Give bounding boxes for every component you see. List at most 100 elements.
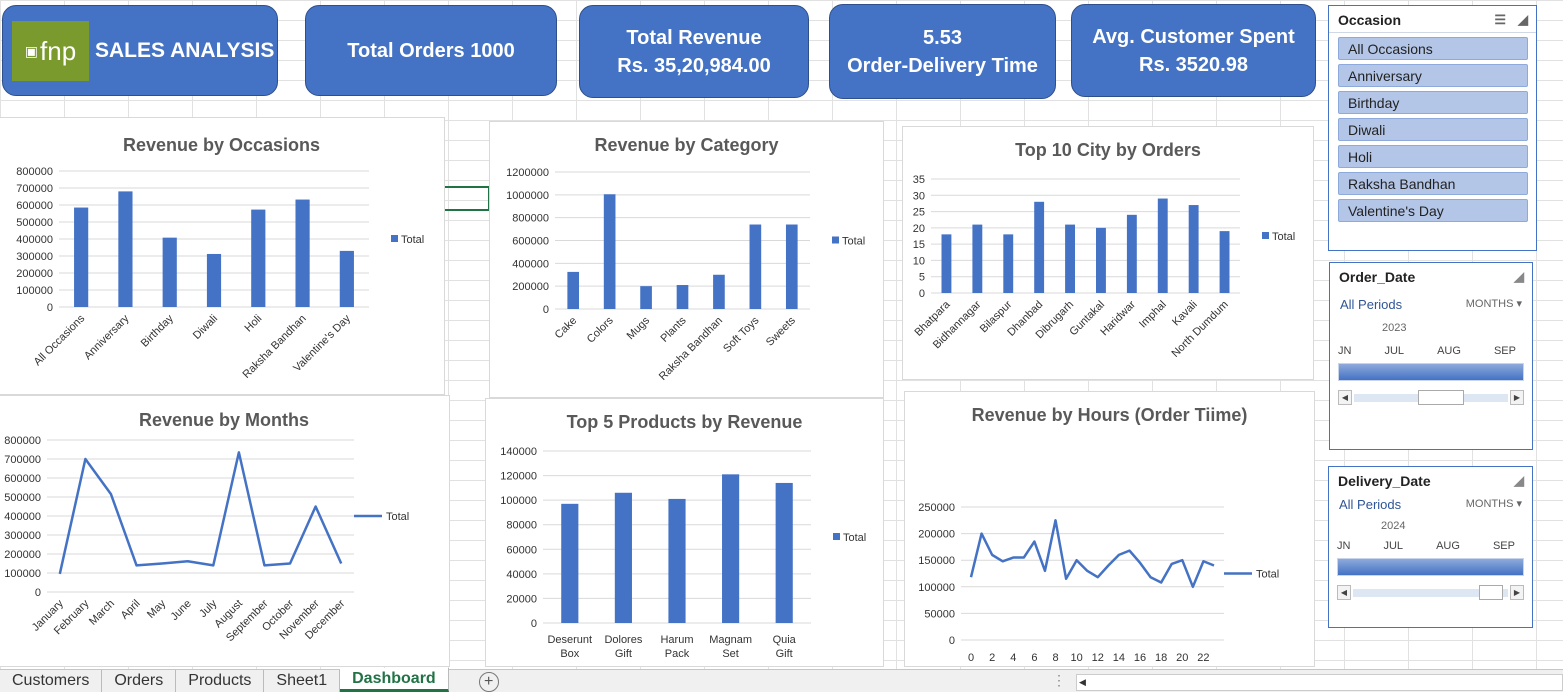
scroll-right-icon[interactable]: ▶ (1510, 390, 1524, 405)
scroll-left-icon[interactable]: ◀ (1338, 390, 1352, 405)
timeline-year: 2023 (1382, 322, 1407, 334)
month-label[interactable]: JUL (1383, 540, 1403, 552)
month-label[interactable]: JUL (1384, 345, 1404, 357)
y-tick-label: 120000 (500, 471, 537, 483)
slicer-item[interactable]: Birthday (1338, 91, 1528, 114)
city-chart[interactable]: Top 10 City by Orders 0 5 10 15 20 25 30 35 Bhatp… (902, 126, 1314, 380)
y-tick-label: 40000 (506, 569, 537, 581)
month-label[interactable]: JN (1338, 345, 1351, 357)
month-label[interactable]: SEP (1493, 540, 1515, 552)
y-tick-label: 80000 (506, 520, 537, 532)
sheet-tabs: Customers Orders Products Sheet1 Dashboard (0, 668, 449, 692)
chart-title: Revenue by Months (139, 410, 309, 430)
x-tick-label: 22 (1197, 652, 1209, 664)
slicer-item[interactable]: Diwali (1338, 118, 1528, 141)
legend-label: Total (1272, 231, 1295, 243)
y-tick-label: 0 (919, 288, 925, 300)
add-sheet-icon[interactable]: + (478, 672, 499, 692)
months-chart[interactable]: Revenue by Months 0 100000 200000 300000 4000… (0, 395, 450, 667)
chart-title: Top 10 City by Orders (1015, 140, 1201, 160)
bar (162, 237, 177, 307)
delivery-date-header: Delivery_Date ◢ (1329, 467, 1532, 493)
scroll-thumb[interactable] (1479, 584, 1503, 600)
y-tick-label: 200000 (4, 549, 41, 561)
occasion-slicer-header: Occasion ☰ ◢ (1329, 6, 1536, 33)
occasions-chart[interactable]: Revenue by Occasions 0 100000 200000 300000 4… (0, 117, 445, 395)
y-tick-label: 400000 (16, 234, 53, 246)
time-level-dropdown[interactable]: MONTHS ▾ (1466, 297, 1522, 312)
slicer-item[interactable]: Holi (1338, 145, 1528, 168)
months-svg: Revenue by Months 0 100000 200000 300000 4000… (4, 410, 409, 644)
bar (614, 492, 632, 623)
all-periods-link[interactable]: All Periods (1340, 297, 1402, 312)
delivery-time-value: 5.53 (923, 26, 962, 49)
x-tick-label: 8 (1052, 652, 1058, 664)
scroll-left-icon[interactable]: ◀ (1079, 677, 1086, 688)
occasion-slicer[interactable]: Occasion ☰ ◢ All Occasions Anniversary Bir… (1328, 5, 1537, 251)
x-tick-label: 14 (1113, 652, 1125, 664)
x-tick-label: Holi (243, 313, 265, 335)
x-tick-label: 16 (1134, 652, 1146, 664)
month-label[interactable]: SEP (1494, 345, 1516, 357)
slicer-item[interactable]: Anniversary (1338, 64, 1528, 87)
tab-splitter-icon[interactable]: ⋮ (1052, 672, 1066, 689)
y-tick-label: 800000 (4, 435, 41, 447)
y-tick-label: 1000000 (506, 190, 549, 202)
x-tick-label: Deserunt Box (547, 634, 592, 660)
month-label[interactable]: JN (1337, 540, 1350, 552)
clear-filter-icon[interactable]: ◢ (1518, 12, 1528, 28)
y-tick-label: 200000 (16, 268, 53, 280)
y-tick-label: 700000 (4, 454, 41, 466)
y-tick-label: 500000 (16, 217, 53, 229)
y-tick-label: 100000 (918, 582, 955, 594)
products-svg: Top 5 Products by Revenue 0 20000 40000 6000… (500, 412, 866, 660)
delivery-date-timeline[interactable]: Delivery_Date ◢ All Periods MONTHS ▾ 202… (1328, 466, 1533, 628)
x-tick-label: Cake (553, 315, 580, 342)
x-tick-label: Colors (585, 314, 616, 345)
y-tick-label: 250000 (918, 502, 955, 514)
scroll-left-icon[interactable]: ◀ (1337, 585, 1351, 600)
y-tick-label: 25 (913, 207, 925, 219)
legend-swatch (833, 533, 840, 540)
chart-title: Revenue by Category (594, 135, 778, 155)
multi-select-icon[interactable]: ☰ (1494, 12, 1506, 28)
y-tick-label: 500000 (4, 492, 41, 504)
x-tick-label: Sweets (764, 314, 798, 348)
bar (676, 285, 689, 309)
legend-label: Total (842, 236, 865, 248)
hours-chart[interactable]: Revenue by Hours (Order Tiime) 0 50000 1000… (904, 391, 1315, 667)
y-tick-label: 400000 (4, 511, 41, 523)
scroll-thumb[interactable] (1418, 389, 1464, 405)
timeline-scrollbar[interactable]: ◀ ▶ (1338, 389, 1524, 405)
timeline-months: JN JUL AUG SEP (1329, 532, 1525, 552)
sheet-tab[interactable]: Orders (102, 670, 177, 692)
clear-filter-icon[interactable]: ◢ (1514, 473, 1524, 489)
products-chart[interactable]: Top 5 Products by Revenue 0 20000 40000 6000… (485, 398, 884, 667)
selected-cell[interactable] (440, 186, 490, 211)
scroll-right-icon[interactable]: ▶ (1510, 585, 1524, 600)
bar (1096, 227, 1106, 293)
sheet-tab[interactable]: Dashboard (340, 668, 449, 692)
sheet-tab[interactable]: Customers (0, 670, 103, 692)
slicer-item[interactable]: Valentine's Day (1338, 199, 1528, 222)
avg-spent-label: Avg. Customer Spent (1092, 25, 1295, 48)
occasion-slicer-items: All Occasions Anniversary Birthday Diwali Ho… (1329, 37, 1536, 222)
sheet-tab[interactable]: Sheet1 (264, 670, 341, 692)
clear-filter-icon[interactable]: ◢ (1514, 269, 1524, 285)
horizontal-scrollbar[interactable]: ◀ (1076, 674, 1563, 691)
month-label[interactable]: AUG (1437, 345, 1461, 357)
month-label[interactable]: AUG (1436, 540, 1460, 552)
bar (295, 199, 310, 307)
category-chart[interactable]: Revenue by Category 0 200000 400000 600000 80… (489, 121, 884, 398)
timeline-selection-bar[interactable] (1337, 558, 1524, 576)
sheet-tab[interactable]: Products (176, 670, 265, 692)
slicer-item[interactable]: Raksha Bandhan (1338, 172, 1528, 195)
timeline-scrollbar[interactable]: ◀ ▶ (1337, 584, 1524, 600)
time-level-dropdown[interactable]: MONTHS ▾ (1466, 497, 1522, 512)
slicer-item[interactable]: All Occasions (1338, 37, 1528, 60)
timeline-selection-bar[interactable] (1338, 363, 1524, 381)
bar (640, 286, 652, 309)
order-date-timeline[interactable]: Order_Date ◢ All Periods MONTHS ▾ 2023 J… (1329, 262, 1533, 450)
y-tick-label: 200000 (512, 281, 549, 293)
all-periods-link[interactable]: All Periods (1339, 497, 1401, 512)
